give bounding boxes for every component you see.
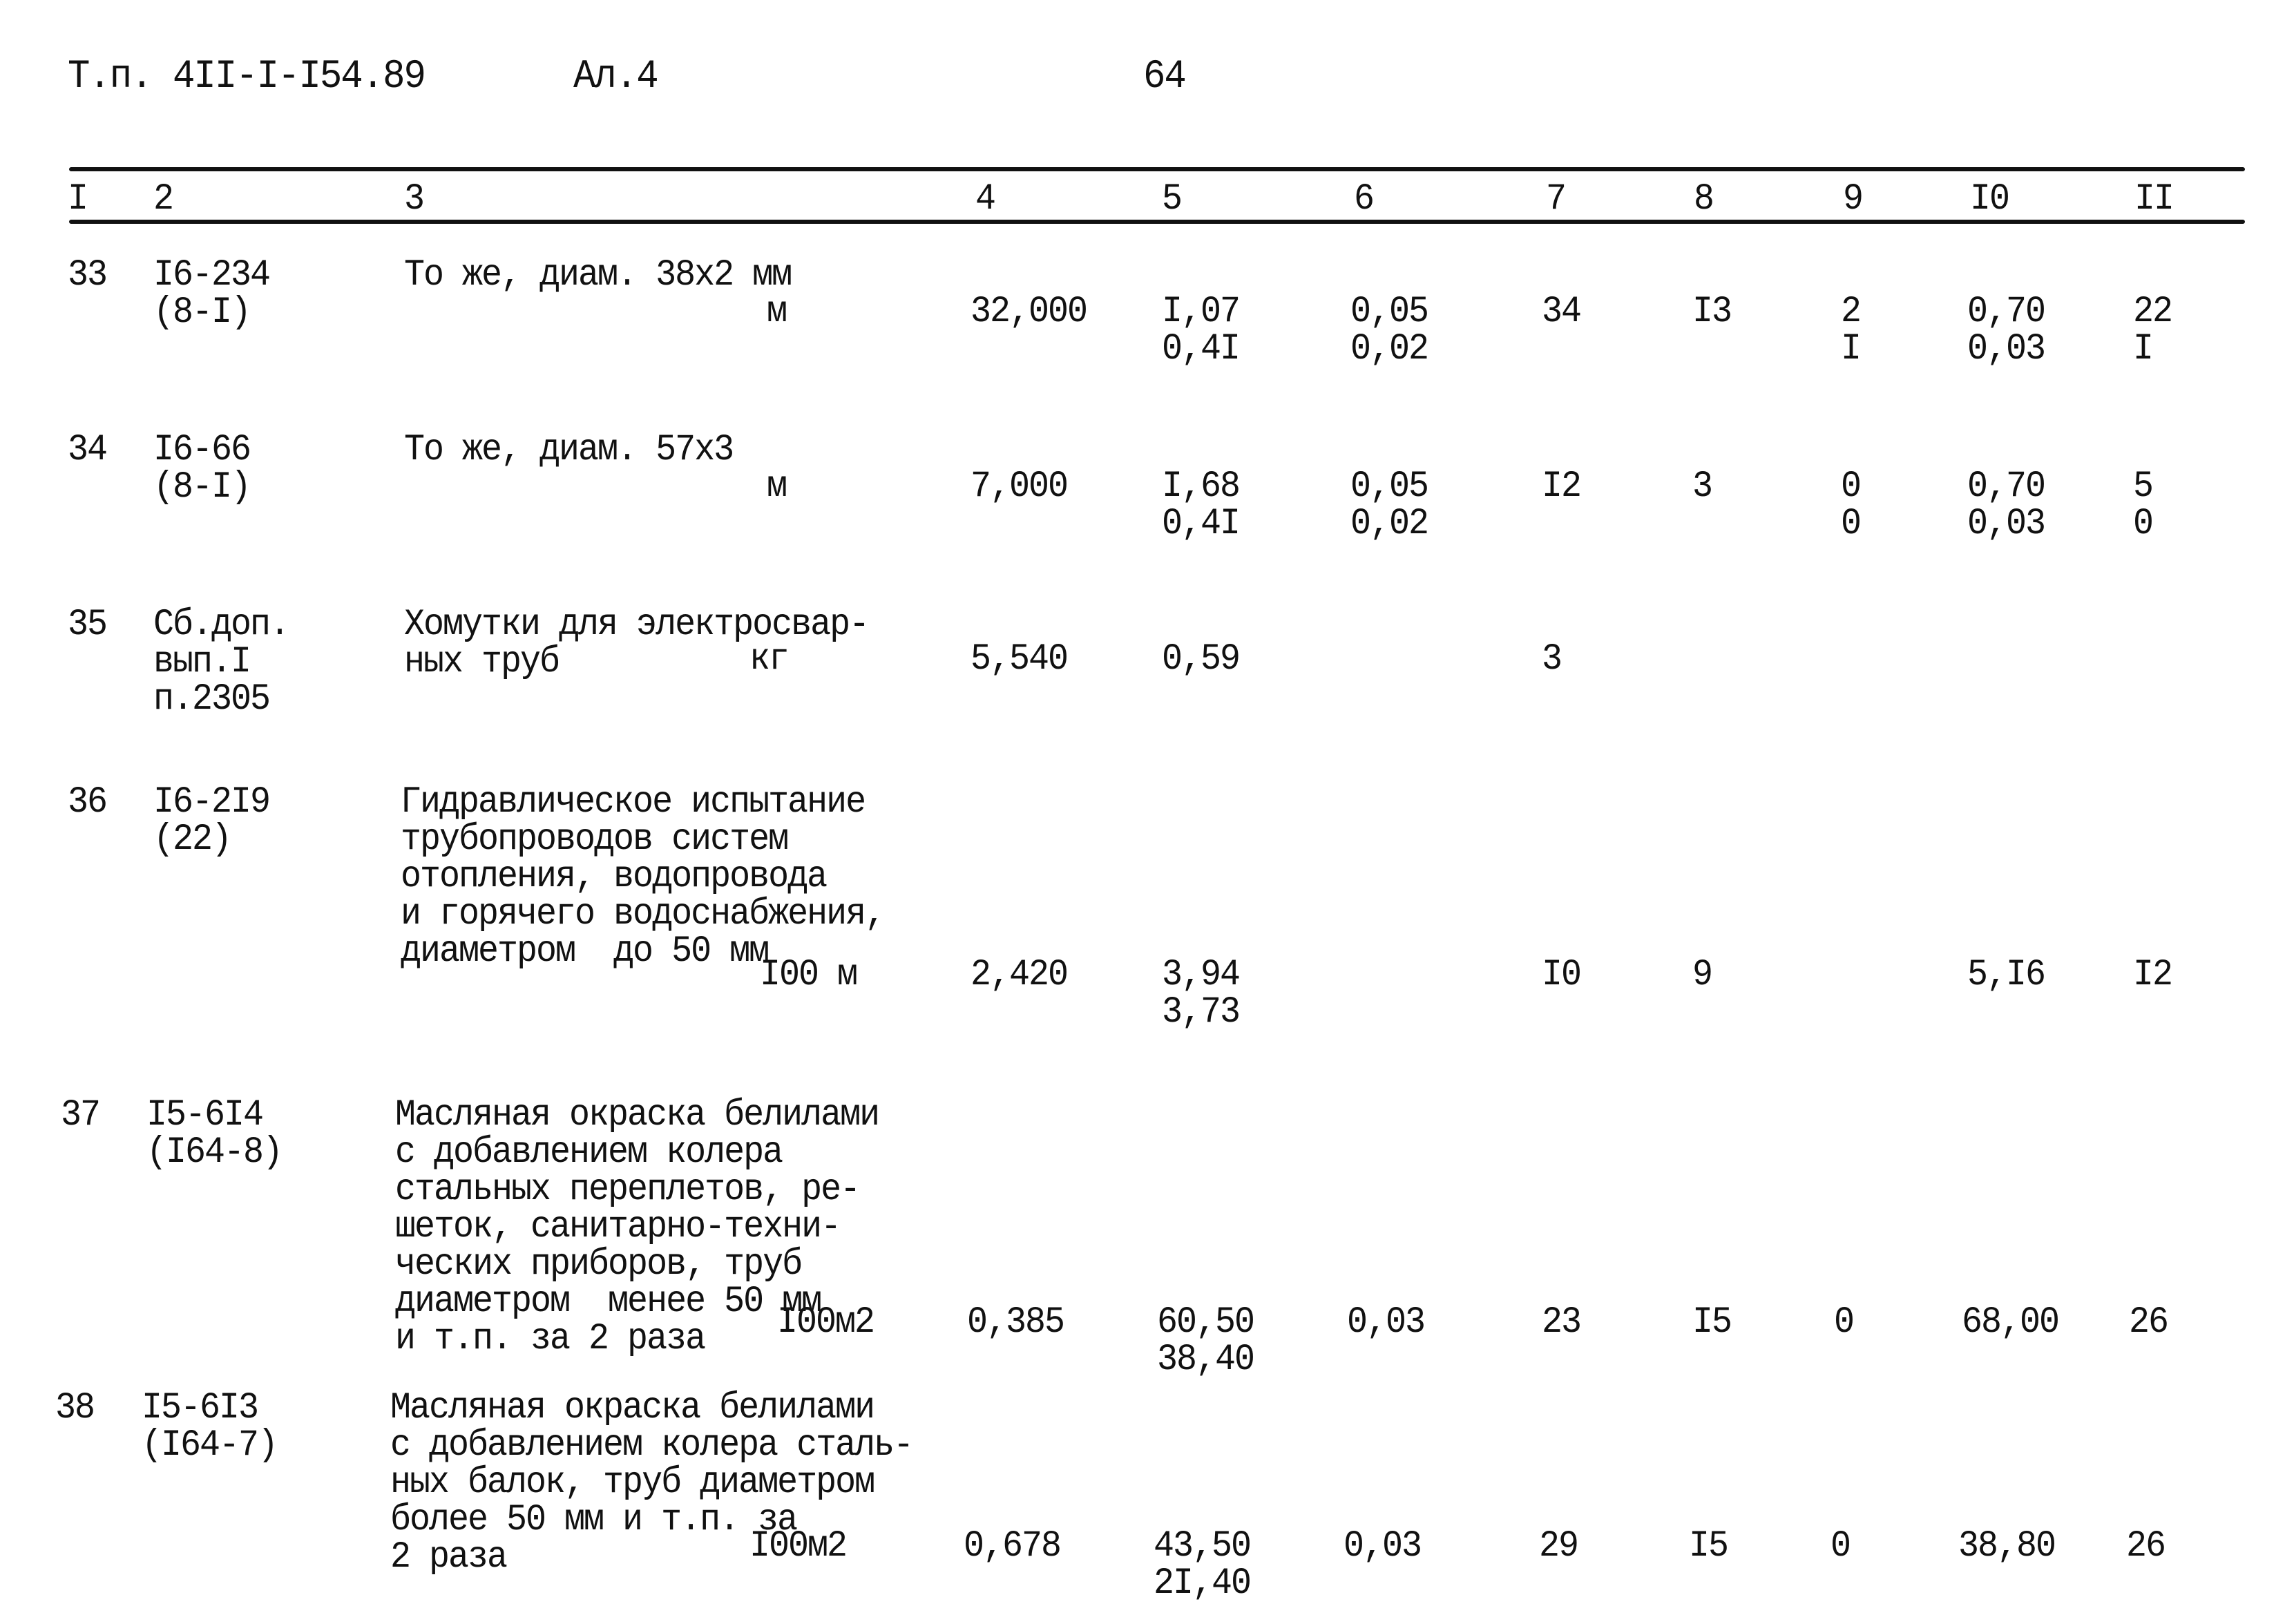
document-code: Т.п. 4II-I-I54.89 (68, 54, 426, 100)
col10-value: 0,70 0,03 (1967, 290, 2046, 371)
col9-value: 2 I (1841, 290, 1862, 371)
col7-value: 23 (1542, 1301, 1582, 1344)
column-header: 2 (153, 178, 174, 221)
col5-value: 0,59 (1162, 638, 1241, 681)
row-number: 36 (68, 781, 108, 824)
col11-value: 22 I (2133, 290, 2173, 371)
col7-value: I2 (1542, 465, 1582, 508)
col7-value: 3 (1542, 638, 1562, 681)
column-header: 9 (1843, 178, 1864, 221)
col8-value: I3 (1692, 290, 1732, 334)
col6-value: 0,05 0,02 (1350, 465, 1429, 546)
column-header: I (68, 178, 88, 221)
col7-value: 29 (1539, 1525, 1579, 1568)
col10-value: 0,70 0,03 (1967, 465, 2046, 546)
column-header: II (2134, 178, 2174, 221)
col8-value: 9 (1692, 953, 1713, 997)
norm-code: I6-2I9 (22) (153, 781, 271, 861)
column-header: 6 (1354, 178, 1375, 221)
col6-value: 0,05 0,02 (1350, 290, 1429, 371)
unit: I00м2 (749, 1525, 848, 1568)
work-description: То же, диам. 38х2 мм (404, 254, 792, 297)
quantity: 32,000 (971, 290, 1088, 334)
quantity: 5,540 (971, 638, 1069, 681)
quantity: 0,385 (967, 1301, 1065, 1344)
quantity: 7,000 (971, 465, 1069, 508)
col6-value: 0,03 (1344, 1525, 1422, 1568)
norm-code: Сб.доп. вып.I п.2305 (153, 603, 290, 721)
col8-value: 3 (1692, 465, 1713, 508)
unit: кг (749, 638, 790, 681)
album-number: Ал.4 (573, 54, 659, 100)
norm-code: I5-6I4 (I64-8) (146, 1093, 283, 1174)
column-header: 3 (404, 178, 425, 221)
table-top-rule (69, 167, 2245, 171)
unit: м (767, 465, 787, 508)
col8-value: I5 (1689, 1525, 1729, 1568)
col8-value: I5 (1692, 1301, 1732, 1344)
col6-value: 0,03 (1347, 1301, 1426, 1344)
col9-value: 0 (1834, 1301, 1855, 1344)
norm-code: I6-66 (8-I) (153, 428, 251, 509)
row-number: 37 (61, 1093, 101, 1137)
quantity: 2,420 (971, 953, 1069, 997)
col5-value: I,07 0,4I (1162, 290, 1241, 371)
norm-code: I6-234 (8-I) (153, 254, 271, 334)
column-header: 8 (1694, 178, 1714, 221)
col7-value: 34 (1542, 290, 1582, 334)
column-header: I0 (1970, 178, 2010, 221)
col5-value: 3,94 3,73 (1162, 953, 1241, 1034)
col11-value: 5 0 (2133, 465, 2154, 546)
col9-value: 0 0 (1841, 465, 1862, 546)
row-number: 34 (68, 428, 108, 472)
unit: м (767, 290, 787, 334)
col5-value: 43,50 2I,40 (1154, 1525, 1252, 1605)
column-header: 4 (975, 178, 996, 221)
col11-value: I2 (2133, 953, 2173, 997)
row-number: 38 (55, 1386, 95, 1430)
work-description: То же, диам. 57х3 (404, 428, 734, 472)
quantity: 0,678 (964, 1525, 1062, 1568)
col10-value: 68,00 (1962, 1301, 2060, 1344)
page-number: 64 (1143, 54, 1187, 100)
col5-value: 60,50 38,40 (1157, 1301, 1255, 1382)
unit: I00м2 (777, 1301, 875, 1344)
col10-value: 38,80 (1958, 1525, 2056, 1568)
work-description: Гидравлическое испытание трубопроводов с… (401, 781, 886, 973)
col10-value: 5,I6 (1967, 953, 2046, 997)
col11-value: 26 (2126, 1525, 2166, 1568)
col7-value: I0 (1542, 953, 1582, 997)
row-number: 33 (68, 254, 108, 297)
row-number: 35 (68, 603, 108, 647)
col9-value: 0 (1830, 1525, 1851, 1568)
table-header-rule (69, 220, 2245, 224)
norm-code: I5-6I3 (I64-7) (142, 1386, 278, 1467)
col5-value: I,68 0,4I (1162, 465, 1241, 546)
unit: I00 м (760, 953, 858, 997)
col11-value: 26 (2129, 1301, 2169, 1344)
column-header: 5 (1162, 178, 1183, 221)
column-header: 7 (1546, 178, 1567, 221)
work-description: Хомутки для электросвар- ных труб (404, 603, 870, 684)
